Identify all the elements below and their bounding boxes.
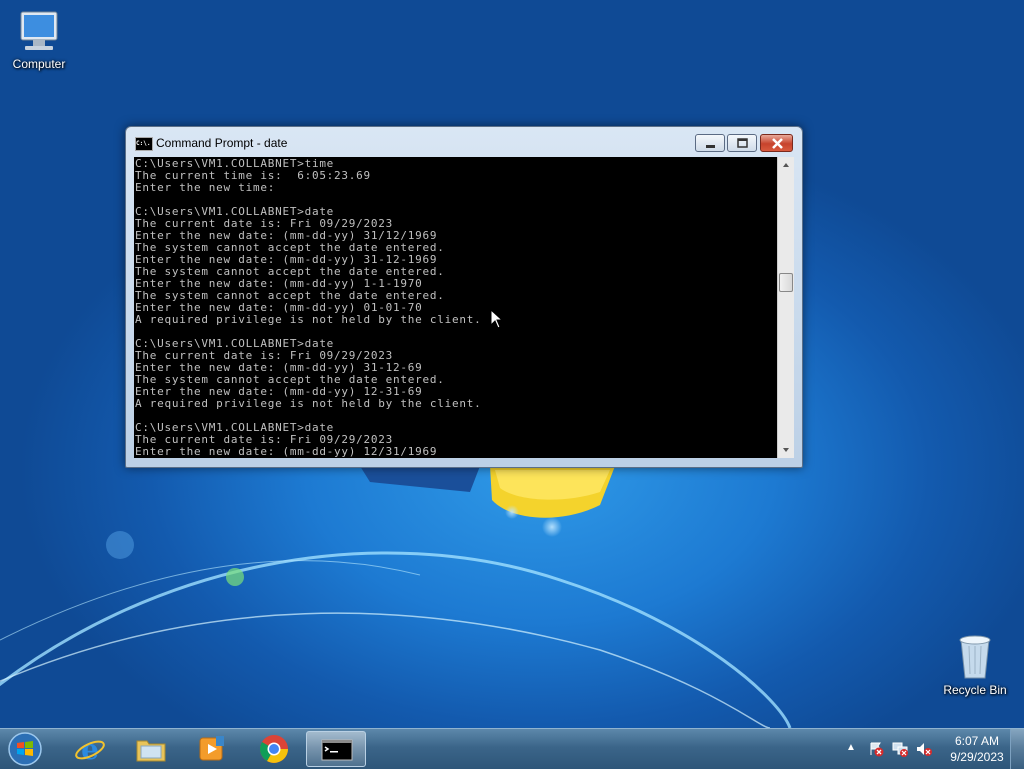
scroll-thumb[interactable] — [779, 273, 793, 292]
console-line: The system cannot accept the date entere… — [135, 241, 445, 254]
svg-text:e: e — [81, 734, 99, 764]
console-line: Enter the new date: (mm-dd-yy) 1-1-1970 — [135, 277, 423, 290]
vertical-scrollbar[interactable] — [777, 157, 794, 458]
console-line: C:\Users\VM1.COLLABNET>time — [135, 157, 335, 170]
window-title: Command Prompt - date — [156, 136, 288, 150]
taskbar-item-google-chrome[interactable] — [244, 731, 304, 767]
console-line: The current date is: Fri 09/29/2023 — [135, 433, 394, 446]
close-button[interactable] — [760, 134, 793, 152]
cmd-icon: C:\. — [135, 137, 153, 151]
console-line: C:\Users\VM1.COLLABNET>date — [135, 421, 335, 434]
network-icon[interactable] — [892, 741, 908, 757]
desktop-icon-label: Computer — [12, 57, 66, 71]
taskbar-item-media-player[interactable] — [182, 731, 242, 767]
volume-muted-icon[interactable] — [916, 741, 932, 757]
desktop-icon-computer[interactable]: Computer — [0, 10, 78, 71]
arrow-up-icon — [783, 163, 789, 167]
console-line: The system cannot accept the date entere… — [135, 265, 445, 278]
console-line: Enter the new date: (mm-dd-yy) 31-12-196… — [135, 253, 438, 266]
clock-time: 6:07 AM — [954, 734, 1000, 748]
command-prompt-window[interactable]: C:\. Command Prompt - date C:\Users\VM1.… — [125, 126, 803, 468]
console-line: The current date is: Fri 09/29/2023 — [135, 349, 394, 362]
console-line: The current time is: 6:05:23.69 — [135, 169, 371, 182]
console-line: The current date is: Fri 09/29/2023 — [135, 217, 394, 230]
desktop-icon-label: Recycle Bin — [943, 683, 1007, 697]
taskbar: e ▲ 6:07 AM 9/29/2023 — [0, 728, 1024, 769]
title-bar[interactable]: C:\. Command Prompt - date — [126, 127, 802, 157]
cmd-icon — [321, 739, 353, 761]
scroll-down-button[interactable] — [778, 441, 794, 458]
scroll-up-button[interactable] — [778, 157, 794, 174]
folder-icon — [136, 740, 166, 762]
taskbar-item-command-prompt[interactable] — [306, 731, 366, 767]
close-icon — [772, 138, 783, 149]
console-output[interactable]: C:\Users\VM1.COLLABNET>time The current t… — [134, 157, 777, 458]
console-line: A required privilege is not held by the … — [135, 313, 482, 326]
arrow-down-icon — [783, 448, 789, 452]
console-line: Enter the new date: (mm-dd-yy) 01-01-70 — [135, 301, 423, 314]
console-line: Enter the new time: — [135, 181, 276, 194]
show-desktop-button[interactable] — [1010, 729, 1024, 769]
taskbar-item-windows-explorer[interactable] — [121, 731, 181, 767]
show-hidden-icons-button[interactable]: ▲ — [846, 742, 856, 753]
chrome-icon — [260, 735, 288, 763]
mouse-pointer-icon — [490, 309, 504, 329]
console-line: The system cannot accept the date entere… — [135, 373, 445, 386]
ie-icon: e — [75, 734, 105, 764]
taskbar-item-internet-explorer[interactable]: e — [60, 731, 120, 767]
console-line: Enter the new date: (mm-dd-yy) 12-31-69 — [135, 385, 423, 398]
console-line: Enter the new date: (mm-dd-yy) 31/12/196… — [135, 229, 438, 242]
console-line: C:\Users\VM1.COLLABNET>date — [135, 205, 335, 218]
computer-icon — [20, 11, 58, 50]
notification-area: ▲ 6:07 AM 9/29/2023 — [842, 729, 1024, 769]
start-button[interactable] — [4, 730, 46, 768]
system-clock[interactable]: 6:07 AM 9/29/2023 — [942, 733, 1012, 765]
minimize-icon — [706, 145, 715, 148]
recycle-bin-icon — [959, 635, 991, 679]
desktop: Computer Recycle Bin C:\. Command Prompt… — [0, 0, 1024, 728]
maximize-icon — [737, 138, 748, 148]
console-line: The system cannot accept the date entere… — [135, 289, 445, 302]
console-line: A required privilege is not held by the … — [135, 397, 482, 410]
clock-date: 9/29/2023 — [950, 750, 1004, 764]
action-center-icon[interactable] — [868, 741, 884, 757]
windows-start-icon — [8, 732, 42, 766]
console-line: C:\Users\VM1.COLLABNET>date — [135, 337, 335, 350]
media-player-icon — [199, 736, 224, 761]
desktop-icon-recycle-bin[interactable]: Recycle Bin — [936, 630, 1014, 697]
maximize-button[interactable] — [727, 134, 757, 152]
console-lines: C:\Users\VM1.COLLABNET>time The current t… — [134, 157, 777, 458]
minimize-button[interactable] — [695, 134, 725, 152]
console-line: Enter the new date: (mm-dd-yy) 12/31/196… — [135, 445, 438, 458]
console-line: Enter the new date: (mm-dd-yy) 31-12-69 — [135, 361, 423, 374]
